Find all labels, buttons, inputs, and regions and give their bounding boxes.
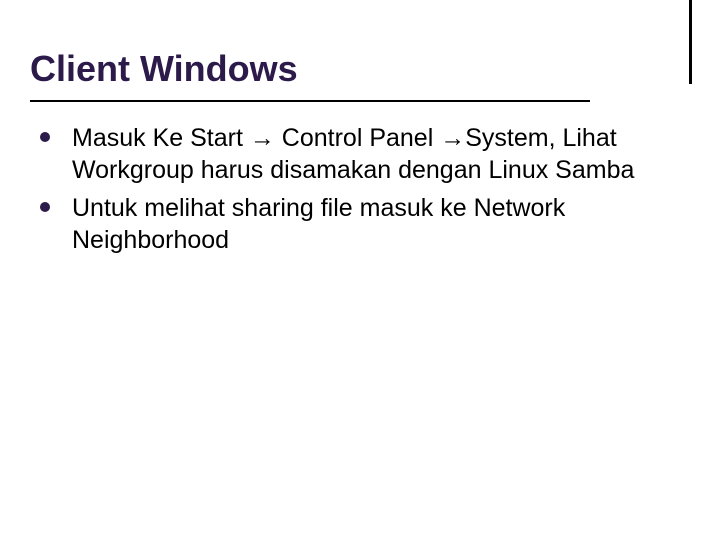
title-underline bbox=[30, 100, 590, 102]
list-item: Masuk Ke Start → Control Panel →System, … bbox=[38, 122, 658, 186]
bullet-icon bbox=[40, 132, 50, 142]
slide-title: Client Windows bbox=[30, 48, 298, 90]
slide: Client Windows Masuk Ke Start → Control … bbox=[0, 0, 720, 540]
list-item: Untuk melihat sharing file masuk ke Netw… bbox=[38, 192, 658, 256]
bullet-icon bbox=[40, 202, 50, 212]
list-item-text: Masuk Ke Start → Control Panel →System, … bbox=[72, 124, 634, 184]
bullet-list: Masuk Ke Start → Control Panel →System, … bbox=[38, 122, 658, 256]
list-item-text: Untuk melihat sharing file masuk ke Netw… bbox=[72, 194, 565, 254]
slide-body: Masuk Ke Start → Control Panel →System, … bbox=[38, 122, 658, 262]
corner-accent bbox=[689, 0, 692, 84]
